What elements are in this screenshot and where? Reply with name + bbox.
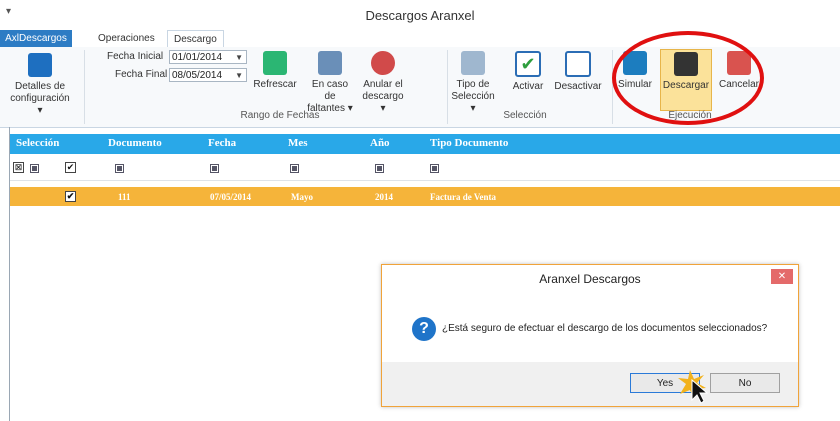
- grid-header: Selección Documento Fecha Mes Año Tipo D…: [10, 134, 840, 154]
- refrescar-label: Refrescar: [253, 79, 297, 90]
- fecha-final-label: Fecha Final: [115, 69, 168, 80]
- close-button[interactable]: ✕: [771, 269, 793, 284]
- checkbox-checked-icon: ✔: [515, 51, 541, 77]
- dialog-message: ¿Está seguro de efectuar el descargo de …: [442, 323, 768, 334]
- column-header-fecha[interactable]: Fecha: [208, 137, 236, 149]
- chevron-down-icon: ▼: [235, 53, 243, 62]
- tab-app[interactable]: AxlDescargos: [0, 30, 72, 47]
- en-caso-label: En caso de faltantes ▾: [307, 79, 353, 114]
- list-check-icon: [318, 51, 342, 75]
- detalles-configuracion-button[interactable]: Detalles de configuración ▾: [10, 53, 70, 117]
- fecha-inicial-value: 01/01/2014: [172, 52, 223, 63]
- activar-label: Activar: [512, 81, 544, 92]
- cursor-click-icon: [678, 370, 709, 404]
- tipo-seleccion-label: Tipo de Selección ▾: [451, 79, 495, 114]
- column-header-documento[interactable]: Documento: [108, 137, 162, 149]
- refrescar-button[interactable]: Refrescar: [250, 51, 300, 91]
- column-header-seleccion[interactable]: Selección: [16, 137, 59, 149]
- window-title: Descargos Aranxel: [365, 8, 475, 23]
- separator: [84, 50, 85, 124]
- rango-fechas-group-label: Rango de Fechas: [240, 110, 320, 121]
- cell-anio: 2014: [375, 192, 393, 202]
- en-caso-faltantes-button[interactable]: En caso de faltantes ▾: [306, 51, 354, 115]
- filter-button[interactable]: [115, 164, 124, 173]
- chevron-down-icon: ▼: [235, 71, 243, 80]
- activar-button[interactable]: ✔ Activar: [508, 51, 548, 93]
- cell-mes: Mayo: [291, 192, 313, 202]
- column-header-anio[interactable]: Año: [370, 137, 390, 149]
- question-icon: ?: [412, 317, 436, 341]
- fecha-final-combo[interactable]: 08/05/2014 ▼: [169, 68, 247, 82]
- confirm-dialog: Aranxel Descargos ✕ ? ¿Está seguro de ef…: [381, 264, 799, 407]
- document-icon: [28, 53, 52, 77]
- tipo-seleccion-button[interactable]: Tipo de Selección ▾: [450, 51, 496, 115]
- anular-descargo-button[interactable]: Anular el descargo ▾: [360, 51, 406, 115]
- column-header-tipo-documento[interactable]: Tipo Documento: [430, 137, 508, 149]
- dialog-footer: Yes No: [382, 362, 798, 406]
- desactivar-button[interactable]: Desactivar: [553, 51, 603, 93]
- table-row[interactable]: ✔ 111 07/05/2014 Mayo 2014 Factura de Ve…: [10, 187, 840, 206]
- fecha-inicial-combo[interactable]: 01/01/2014 ▼: [169, 50, 247, 64]
- highlight-circle: [612, 31, 764, 125]
- filter-checkbox[interactable]: ✔: [65, 162, 76, 173]
- tab-operaciones[interactable]: Operaciones: [92, 30, 161, 47]
- cancel-document-icon: [371, 51, 395, 75]
- checkbox-empty-icon: [565, 51, 591, 77]
- cell-documento: 111: [118, 192, 131, 202]
- filter-button[interactable]: [210, 164, 219, 173]
- cell-fecha: 07/05/2014: [210, 192, 252, 202]
- filter-button[interactable]: [290, 164, 299, 173]
- list-icon: [461, 51, 485, 75]
- refresh-icon: [263, 51, 287, 75]
- detalles-label: Detalles de configuración ▾: [10, 81, 70, 116]
- fecha-inicial-label: Fecha Inicial: [107, 51, 164, 62]
- row-checkbox[interactable]: ✔: [65, 191, 76, 202]
- separator: [447, 50, 448, 124]
- desactivar-label: Desactivar: [554, 81, 602, 92]
- column-header-mes[interactable]: Mes: [288, 137, 308, 149]
- filter-clear-icon[interactable]: ⊠: [13, 162, 24, 173]
- filter-row: ⊠ ✔: [10, 156, 840, 181]
- fecha-final-value: 08/05/2014: [172, 70, 223, 81]
- filter-button[interactable]: [30, 164, 39, 173]
- no-button[interactable]: No: [710, 373, 780, 393]
- anular-label: Anular el descargo ▾: [362, 79, 404, 114]
- title-bar: ▾ Descargos Aranxel: [0, 0, 840, 30]
- cell-tipo: Factura de Venta: [430, 192, 496, 202]
- dialog-title: Aranxel Descargos: [539, 272, 641, 286]
- tab-descargo[interactable]: Descargo: [167, 30, 224, 48]
- pointer-arrow-shape: [691, 378, 709, 404]
- filter-button[interactable]: [375, 164, 384, 173]
- seleccion-group-label: Selección: [503, 110, 547, 121]
- filter-button[interactable]: [430, 164, 439, 173]
